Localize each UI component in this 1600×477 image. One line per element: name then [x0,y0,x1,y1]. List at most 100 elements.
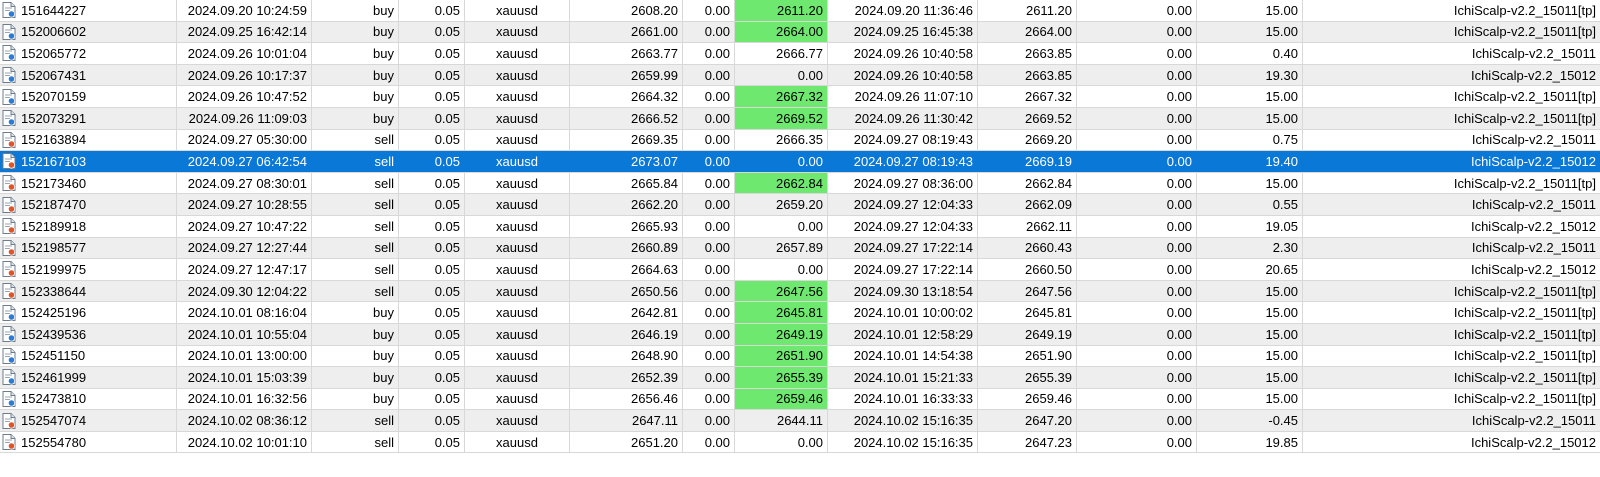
buy-order-icon [2,67,16,84]
table-row[interactable]: 151644227 2024.09.20 10:24:59 buy 0.05 xauus… [0,0,1600,22]
tp-value: 2647.56 [735,280,827,302]
ticket-number: 152554780 [21,434,87,450]
tp-value: 2666.77 [776,45,823,61]
table-row[interactable]: 152439536 2024.10.01 10:55:04 buy 0.05 xauus… [0,323,1600,346]
table-row[interactable]: 152451150 2024.10.01 13:00:00 buy 0.05 xauus… [0,345,1600,368]
symbol-cell: xauusd [465,259,570,280]
type-cell: sell [312,151,399,172]
sl-cell: 0.00 [683,215,735,237]
sl-cell: 0.00 [683,323,735,345]
close-price-cell: 2647.56 [978,280,1077,302]
table-row[interactable]: 152173460 2024.09.27 08:30:01 sell 0.05 xauu… [0,172,1600,195]
profit-cell: 15.00 [1197,280,1303,302]
open-time-cell: 2024.10.01 10:55:04 [177,323,312,345]
sell-order-icon [2,261,16,278]
symbol-cell: xauusd [465,237,570,259]
close-price-cell: 2651.90 [978,345,1077,367]
table-row[interactable]: 152198577 2024.09.27 12:27:44 sell 0.05 xauu… [0,237,1600,260]
ticket-number: 152198577 [21,240,87,256]
open-time-cell: 2024.09.27 10:47:22 [177,215,312,237]
volume-cell: 0.05 [399,151,465,172]
comment-cell: IchiScalp-v2.2_15011[tp] [1453,369,1596,385]
table-row[interactable]: 152189918 2024.09.27 10:47:22 sell 0.05 xauu… [0,215,1600,238]
comment-cell: IchiScalp-v2.2_15012 [1470,434,1596,450]
table-row[interactable]: 152163894 2024.09.27 05:30:00 sell 0.05 xauu… [0,129,1600,152]
table-row[interactable]: 152547074 2024.10.02 08:36:12 sell 0.05 xauu… [0,410,1600,432]
sell-order-icon [2,175,16,192]
open-time-cell: 2024.10.02 08:36:12 [177,410,312,431]
sl-cell: 0.00 [683,64,735,86]
table-row[interactable]: 152461999 2024.10.01 15:03:39 buy 0.05 xauus… [0,367,1600,389]
close-price-cell: 2660.43 [978,237,1077,259]
volume-cell: 0.05 [399,21,465,43]
table-row[interactable]: 152187470 2024.09.27 10:28:55 sell 0.05 xauu… [0,194,1600,216]
ticket-cell: 152198577 [0,237,177,259]
table-row[interactable]: 152070159 2024.09.26 10:47:52 buy 0.05 xauus… [0,86,1600,108]
swap-cell: 0.00 [1077,431,1197,453]
profit-cell: 15.00 [1197,388,1303,410]
sell-order-icon [2,218,16,235]
volume-cell: 0.05 [399,237,465,259]
swap-cell: 0.00 [1077,172,1197,194]
comment-cell: IchiScalp-v2.2_15011[tp] [1453,110,1596,126]
close-price-cell: 2611.20 [978,0,1077,21]
tp-cell: 2662.84 [735,172,828,194]
volume-cell: 0.05 [399,194,465,215]
symbol-cell: xauusd [465,21,570,43]
table-row[interactable]: 152338644 2024.09.30 12:04:22 sell 0.05 xauu… [0,280,1600,303]
buy-order-icon [2,88,16,105]
sl-cell: 0.00 [683,107,735,129]
sl-cell: 0.00 [683,151,735,172]
volume-cell: 0.05 [399,43,465,64]
swap-cell: 0.00 [1077,345,1197,367]
table-row[interactable]: 152006602 2024.09.25 16:42:14 buy 0.05 xauus… [0,21,1600,44]
profit-cell: 19.85 [1197,431,1303,453]
tp-value: 2659.46 [735,388,827,410]
table-row[interactable]: 152167103 2024.09.27 06:42:54 sell 0.05 xauu… [0,151,1600,173]
symbol-cell: xauusd [465,345,570,367]
close-price-cell: 2660.50 [978,259,1077,280]
ticket-cell: 152439536 [0,323,177,345]
close-price-cell: 2669.20 [978,129,1077,151]
comment-cell: IchiScalp-v2.2_15011 [1471,45,1596,61]
comment-cell: IchiScalp-v2.2_15011[tp] [1453,283,1596,299]
ticket-cell: 152554780 [0,431,177,453]
ticket-cell: 152065772 [0,43,177,64]
ticket-number: 152451150 [21,348,86,364]
table-row[interactable]: 152067431 2024.09.26 10:17:37 buy 0.05 xauus… [0,64,1600,87]
ticket-number: 152167103 [21,153,87,169]
symbol-cell: xauusd [465,86,570,107]
trade-history-table: 151644227 2024.09.20 10:24:59 buy 0.05 xauus… [0,0,1600,454]
table-row[interactable]: 152473810 2024.10.01 16:32:56 buy 0.05 xauus… [0,388,1600,411]
ticket-cell: 152199975 [0,259,177,280]
open-price-cell: 2661.00 [570,21,683,43]
close-price-cell: 2655.39 [978,367,1077,388]
buy-order-icon [2,347,16,364]
swap-cell: 0.00 [1077,21,1197,43]
type-cell: sell [312,259,399,280]
ticket-cell: 152167103 [0,151,177,172]
comment-cell: IchiScalp-v2.2_15012 [1470,261,1596,277]
sl-cell: 0.00 [683,86,735,107]
table-row[interactable]: 152425196 2024.10.01 08:16:04 buy 0.05 xauus… [0,302,1600,324]
type-cell: sell [312,215,399,237]
swap-cell: 0.00 [1077,215,1197,237]
comment-cell: IchiScalp-v2.2_15011[tp] [1453,305,1596,321]
profit-cell: 15.00 [1197,367,1303,388]
close-time-cell: 2024.10.01 12:58:29 [828,323,978,345]
table-row[interactable]: 152073291 2024.09.26 11:09:03 buy 0.05 xauus… [0,107,1600,130]
table-row[interactable]: 152199975 2024.09.27 12:47:17 sell 0.05 xauu… [0,259,1600,281]
type-cell: buy [312,388,399,410]
open-price-cell: 2647.11 [570,410,683,431]
swap-cell: 0.00 [1077,237,1197,259]
tp-value: 0.00 [797,67,823,83]
table-row[interactable]: 152065772 2024.09.26 10:01:04 buy 0.05 xauus… [0,43,1600,65]
open-price-cell: 2648.90 [570,345,683,367]
table-row[interactable]: 152554780 2024.10.02 10:01:10 sell 0.05 xauu… [0,431,1600,454]
open-price-cell: 2664.63 [570,259,683,280]
tp-value: 0.00 [797,218,823,234]
swap-cell: 0.00 [1077,129,1197,151]
tp-value: 2657.89 [776,240,823,256]
comment-cell: IchiScalp-v2.2_15011[tp] [1453,2,1596,18]
profit-cell: 15.00 [1197,0,1303,21]
